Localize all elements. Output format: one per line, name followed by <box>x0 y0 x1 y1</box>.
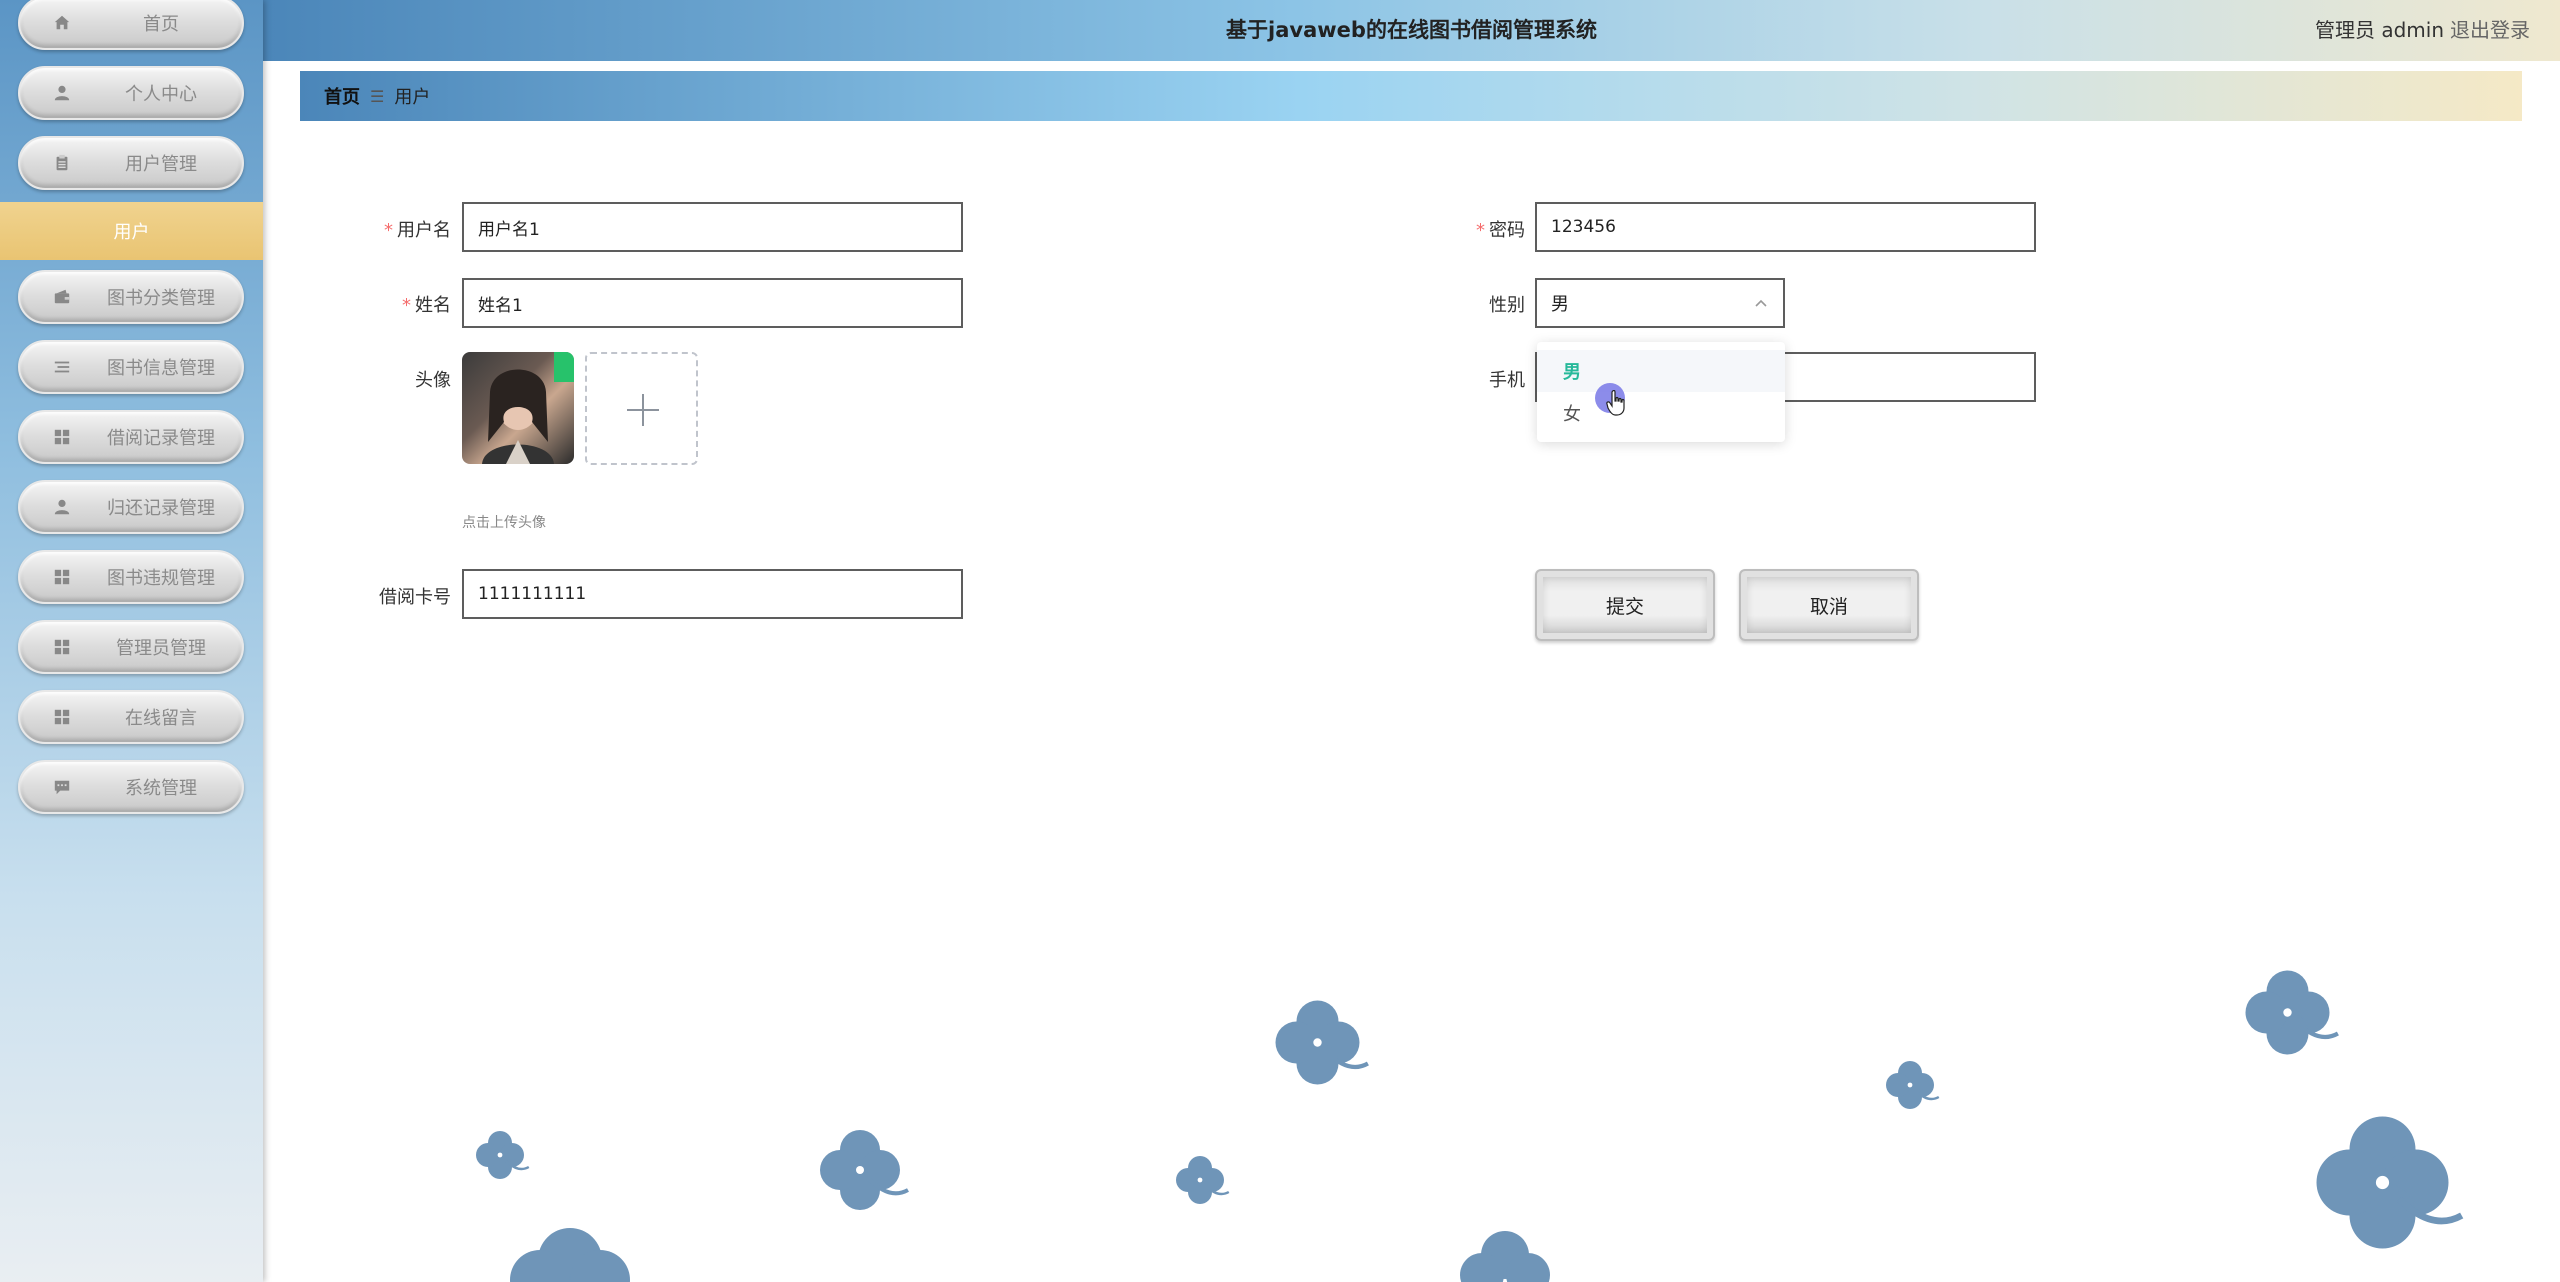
breadcrumb-home[interactable]: 首页 <box>324 83 360 109</box>
sidebar-item-admin-management[interactable]: 管理员管理 <box>18 620 244 674</box>
sidebar-item-online-messages[interactable]: 在线留言 <box>18 690 244 744</box>
grid-icon <box>52 707 72 727</box>
flower-decoration-icon <box>1886 1061 1940 1109</box>
sidebar-item-personal-center[interactable]: 个人中心 <box>18 66 244 120</box>
grid-icon <box>52 427 72 447</box>
flower-decoration-icon <box>2245 970 2339 1055</box>
required-mark: * <box>384 220 393 241</box>
name-label: * 姓名 <box>402 295 451 316</box>
home-icon <box>52 13 72 33</box>
logout-link[interactable]: 退出登录 <box>2450 14 2530 43</box>
sidebar-item-system-management[interactable]: 系统管理 <box>18 760 244 814</box>
sidebar-item-label: 用户管理 <box>125 154 197 175</box>
submit-button[interactable]: 提交 <box>1535 569 1715 641</box>
wallet-icon <box>52 287 72 307</box>
flower-decoration-icon <box>1275 1000 1369 1085</box>
password-label: * 密码 <box>1476 220 1525 241</box>
gender-dropdown: 男 女 <box>1537 342 1785 442</box>
sidebar-item-home[interactable]: 首页 <box>18 0 244 50</box>
chevron-up-icon <box>1755 299 1767 307</box>
avatar-image[interactable] <box>462 352 574 464</box>
sidebar-item-book-violations[interactable]: 图书违规管理 <box>18 550 244 604</box>
list-icon <box>52 357 72 377</box>
avatar-upload-button[interactable] <box>585 352 698 465</box>
grid-icon <box>52 567 72 587</box>
sidebar-item-label: 归还记录管理 <box>107 498 215 519</box>
card-number-input[interactable] <box>462 569 963 619</box>
user-icon <box>52 497 72 517</box>
gender-selected-value: 男 <box>1551 294 1569 315</box>
top-header: 基于javaweb的在线图书借阅管理系统 管理员 admin 退出登录 <box>263 0 2560 64</box>
required-mark: * <box>1476 220 1485 241</box>
flower-decoration-icon <box>820 1130 909 1210</box>
user-icon <box>52 83 72 103</box>
gender-label: 性别 <box>1489 295 1525 316</box>
flower-decoration-icon <box>1460 1231 1550 1282</box>
sidebar-item-borrow-records[interactable]: 借阅记录管理 <box>18 410 244 464</box>
flower-decoration-icon <box>476 1131 530 1179</box>
gender-option-male[interactable]: 男 <box>1537 350 1785 392</box>
required-mark: * <box>402 295 411 316</box>
sidebar-item-book-category[interactable]: 图书分类管理 <box>18 270 244 324</box>
username-input[interactable] <box>462 202 963 252</box>
sidebar-item-label: 管理员管理 <box>116 638 206 659</box>
app-title: 基于javaweb的在线图书借阅管理系统 <box>1226 18 1597 42</box>
hand-cursor-icon <box>1606 390 1625 416</box>
grid-icon <box>52 637 72 657</box>
sidebar-item-book-info[interactable]: 图书信息管理 <box>18 340 244 394</box>
sidebar-item-label: 个人中心 <box>125 84 197 105</box>
password-input[interactable] <box>1535 202 2036 252</box>
sidebar-item-return-records[interactable]: 归还记录管理 <box>18 480 244 534</box>
current-user: 管理员 admin <box>2314 18 2444 42</box>
breadcrumb: 首页 ☰ 用户 <box>300 71 2522 121</box>
flower-decoration-icon <box>2316 1116 2464 1249</box>
avatar-label: 头像 <box>415 370 451 391</box>
clipboard-icon <box>52 153 72 173</box>
plus-icon <box>627 394 659 426</box>
breadcrumb-separator-icon: ☰ <box>370 86 385 106</box>
gender-select[interactable]: 男 <box>1535 278 1785 328</box>
flower-decoration-icon <box>1176 1156 1230 1204</box>
sidebar-item-user-management[interactable]: 用户管理 <box>18 136 244 190</box>
avatar-upload-tip: 点击上传头像 <box>462 515 546 531</box>
sidebar-item-label: 在线留言 <box>125 708 197 729</box>
sidebar: 首页 个人中心 用户管理 用户 图书分类管理 图书信息管理 借阅记录管理 归还记… <box>0 0 263 1282</box>
gender-option-female[interactable]: 女 <box>1537 392 1785 434</box>
cancel-button[interactable]: 取消 <box>1739 569 1919 641</box>
name-input[interactable] <box>462 278 963 328</box>
sidebar-item-label: 借阅记录管理 <box>107 428 215 449</box>
sidebar-item-label: 图书分类管理 <box>107 288 215 309</box>
phone-label: 手机 <box>1489 370 1525 391</box>
sidebar-item-label: 首页 <box>143 14 179 35</box>
card-label: 借阅卡号 <box>379 587 451 608</box>
sidebar-item-label: 系统管理 <box>125 778 197 799</box>
sidebar-item-label: 图书违规管理 <box>107 568 215 589</box>
flower-decoration-icon <box>510 1228 630 1282</box>
sidebar-subitem-user[interactable]: 用户 <box>0 202 263 260</box>
username-label: * 用户名 <box>384 220 451 241</box>
breadcrumb-current: 用户 <box>394 87 431 108</box>
sidebar-item-label: 图书信息管理 <box>107 358 215 379</box>
chat-icon <box>52 777 72 797</box>
